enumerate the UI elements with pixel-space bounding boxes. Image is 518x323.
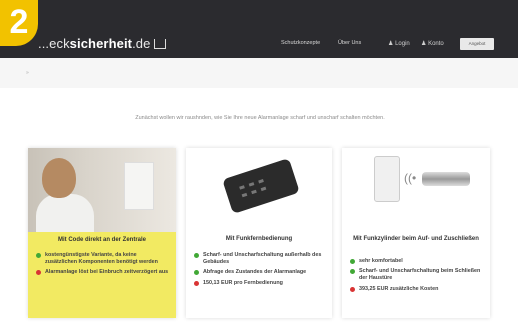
nav-link-schutzkonzepte[interactable]: Schutzkonzepte [281, 40, 320, 46]
top-navigation-bar: ...ecksicherheit.de Schutzkonzepte Über … [0, 0, 518, 58]
logo-bold: sicherheit [69, 36, 133, 51]
breadcrumb-bar [0, 58, 518, 88]
site-logo[interactable]: ...ecksicherheit.de [38, 36, 167, 51]
person-body [36, 194, 94, 232]
item-text: Scharf- und Unscharfschaltung außerhalb … [203, 252, 322, 266]
option-card-remote[interactable]: Mit Funkfernbedienung Scharf- und Unscha… [186, 148, 332, 318]
feature-list: sehr komfortabel Scharf- und Unscharfsch… [350, 258, 484, 296]
logo-prefix: ...eck [38, 36, 70, 51]
item-text: Abfrage des Zustandes der Alarmanlage [203, 269, 307, 276]
card-title: Mit Funkfernbedienung [225, 236, 293, 242]
intro-text: Zunächst wollen wir raushnden, wie Sie I… [135, 115, 385, 121]
check-icon [194, 253, 199, 258]
breadcrumb[interactable]: » [26, 70, 29, 76]
person-head [42, 158, 76, 198]
check-icon [350, 259, 355, 264]
nav-link-ueber-uns[interactable]: Über Uns [338, 40, 361, 46]
check-icon [350, 269, 355, 275]
alarm-panel-image [124, 162, 154, 210]
feature-list: Scharf- und Unscharfschaltung außerhalb … [194, 252, 326, 290]
feature-list: kostengünstigste Variante, da keine zusä… [36, 252, 170, 280]
house-icon [154, 39, 167, 49]
pro-item: Scharf- und Unscharfschaltung außerhalb … [194, 252, 326, 266]
login-link[interactable]: ♟ Login [388, 40, 410, 47]
warning-icon [350, 286, 355, 292]
pro-item: kostengünstigste Variante, da keine zusä… [36, 252, 170, 266]
card-title: Mit Funkzylinder beim Auf- und Zuschließ… [353, 236, 479, 242]
cta-button[interactable]: Angebot [460, 38, 494, 50]
pro-item: sehr komfortabel [350, 258, 484, 265]
login-label: Login [395, 41, 410, 47]
item-text: sehr komfortabel [359, 258, 403, 264]
logo-suffix: .de [132, 36, 151, 51]
lock-cylinder-image [422, 172, 470, 186]
option-card-cylinder[interactable]: ((• Mit Funkzylinder beim Auf- und Zusch… [342, 148, 490, 318]
woman-keypad-photo [28, 148, 176, 232]
item-text: Alarmanlage löst bei Einbruch zeitverzög… [45, 269, 169, 276]
warning-icon [194, 280, 199, 286]
con-item: 150,13 EUR pro Fernbedienung [194, 280, 326, 287]
pro-item: Abfrage des Zustandes der Alarmanlage [194, 269, 326, 276]
item-text: 393,25 EUR zusätzliche Kosten [359, 285, 439, 292]
wireless-signal-icon: ((• [404, 171, 417, 185]
account-link[interactable]: ♟ Konto [421, 40, 444, 47]
item-text: kostengünstigste Variante, da keine zusä… [45, 252, 158, 266]
warning-icon [36, 270, 41, 276]
con-item: Alarmanlage löst bei Einbruch zeitverzög… [36, 269, 170, 276]
item-text: Scharf- und Unscharfschaltung beim Schli… [359, 268, 481, 282]
check-icon [194, 270, 199, 276]
keypad-image [374, 156, 400, 202]
user-icon: ♟ [388, 41, 394, 47]
item-text: 150,13 EUR pro Fernbedienung [203, 279, 283, 286]
pro-item: Scharf- und Unscharfschaltung beim Schli… [350, 268, 484, 282]
account-label: Konto [428, 41, 444, 47]
con-item: 393,25 EUR zusätzliche Kosten [350, 286, 484, 293]
option-card-code[interactable]: Mit Code direkt an der Zentrale kostengü… [28, 148, 176, 318]
account-icon: ♟ [421, 41, 427, 47]
check-icon [36, 253, 41, 258]
remote-control-image [222, 158, 300, 214]
card-title: Mit Code direkt an der Zentrale [57, 237, 147, 243]
